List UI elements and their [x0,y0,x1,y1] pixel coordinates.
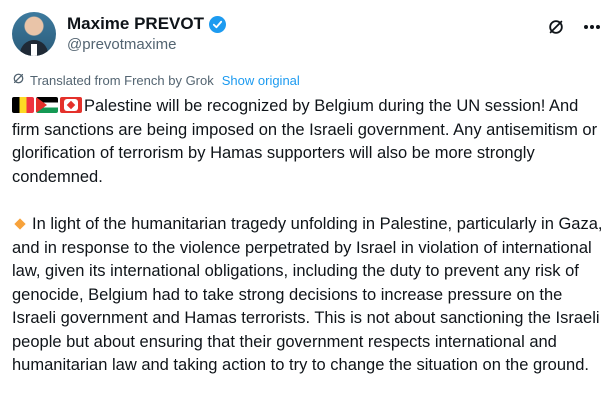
avatar-shirt [31,44,37,56]
orange-diamond-icon [14,217,26,230]
tweet-text-2: In light of the humanitarian tragedy unf… [12,215,603,374]
tweet-text-1: Palestine will be recognized by Belgium … [12,97,598,186]
translation-notice: Translated from French by Grok Show orig… [12,72,300,88]
verified-badge-icon[interactable] [209,15,226,33]
author-handle[interactable]: @prevotmaxime [67,36,176,53]
flag-emojis [12,97,82,113]
grok-small-icon [12,72,25,88]
tweet-paragraph-1: Palestine will be recognized by Belgium … [12,95,604,189]
grok-icon[interactable] [545,16,567,38]
more-icon[interactable] [581,16,603,38]
translation-note: Translated from French by Grok [30,72,214,88]
flag-jordan-icon [60,97,82,113]
avatar[interactable] [12,12,56,56]
author-display-name[interactable]: Maxime PREVOT [67,14,204,34]
tweet-paragraph-2: In light of the humanitarian tragedy unf… [12,213,604,378]
show-original-link[interactable]: Show original [222,73,300,88]
flag-palestine-icon [36,97,58,113]
name-row: Maxime PREVOT [67,14,226,34]
tweet-body: Palestine will be recognized by Belgium … [12,95,604,402]
tweet-header: Maxime PREVOT @prevotmaxime [12,10,603,60]
flag-belgium-icon [12,97,34,113]
tweet-actions [545,16,603,38]
